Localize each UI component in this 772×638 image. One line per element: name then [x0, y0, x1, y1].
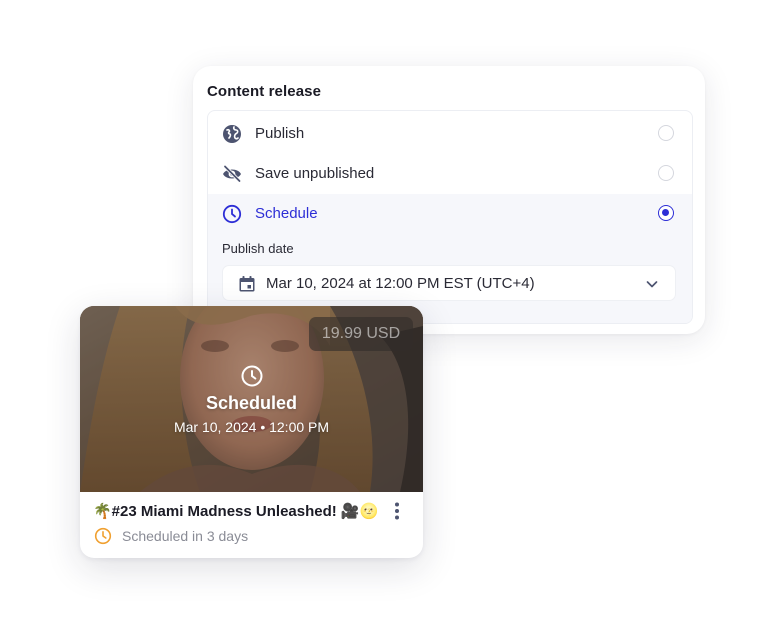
option-save-unpublished-label: Save unpublished	[255, 165, 375, 182]
globe-icon	[222, 124, 242, 144]
publish-date-select[interactable]: Mar 10, 2024 at 12:00 PM EST (UTC+4)	[222, 265, 676, 301]
post-card[interactable]: 19.99 USD Scheduled Mar 10, 2024 • 12:00…	[80, 306, 423, 558]
content-release-title: Content release	[207, 83, 322, 100]
option-schedule[interactable]: Schedule	[208, 194, 692, 234]
publish-date-value: Mar 10, 2024 at 12:00 PM EST (UTC+4)	[266, 275, 535, 292]
save-unpublished-radio[interactable]	[658, 165, 674, 181]
option-schedule-label: Schedule	[255, 205, 318, 222]
release-options: Publish Save unpublished Schedule Publis…	[207, 110, 693, 324]
scheduled-clock-icon	[240, 364, 264, 388]
more-options-icon[interactable]	[385, 499, 409, 523]
content-release-panel: Content release Publish Save unpublished…	[193, 66, 705, 334]
price-badge: 19.99 USD	[309, 317, 413, 351]
clock-icon	[222, 204, 242, 224]
schedule-radio[interactable]	[658, 205, 674, 221]
post-thumbnail[interactable]: 19.99 USD Scheduled Mar 10, 2024 • 12:00…	[80, 306, 423, 492]
post-title[interactable]: 🌴#23 Miami Madness Unleashed! 🎥🌝	[93, 502, 383, 520]
scheduled-overlay-datetime: Mar 10, 2024 • 12:00 PM	[173, 419, 330, 435]
option-save-unpublished[interactable]: Save unpublished	[208, 154, 692, 194]
publish-radio[interactable]	[658, 125, 674, 141]
calendar-icon	[238, 275, 256, 293]
stage: Content release Publish Save unpublished…	[0, 0, 772, 638]
scheduled-overlay-title: Scheduled	[205, 393, 298, 413]
post-status-text: Scheduled in 3 days	[122, 528, 249, 544]
scheduled-status-clock-icon	[94, 527, 112, 545]
chevron-down-icon	[644, 276, 660, 292]
option-publish[interactable]: Publish	[208, 114, 692, 154]
eye-off-icon	[222, 164, 242, 184]
publish-date-label: Publish date	[222, 241, 294, 256]
option-publish-label: Publish	[255, 125, 305, 142]
